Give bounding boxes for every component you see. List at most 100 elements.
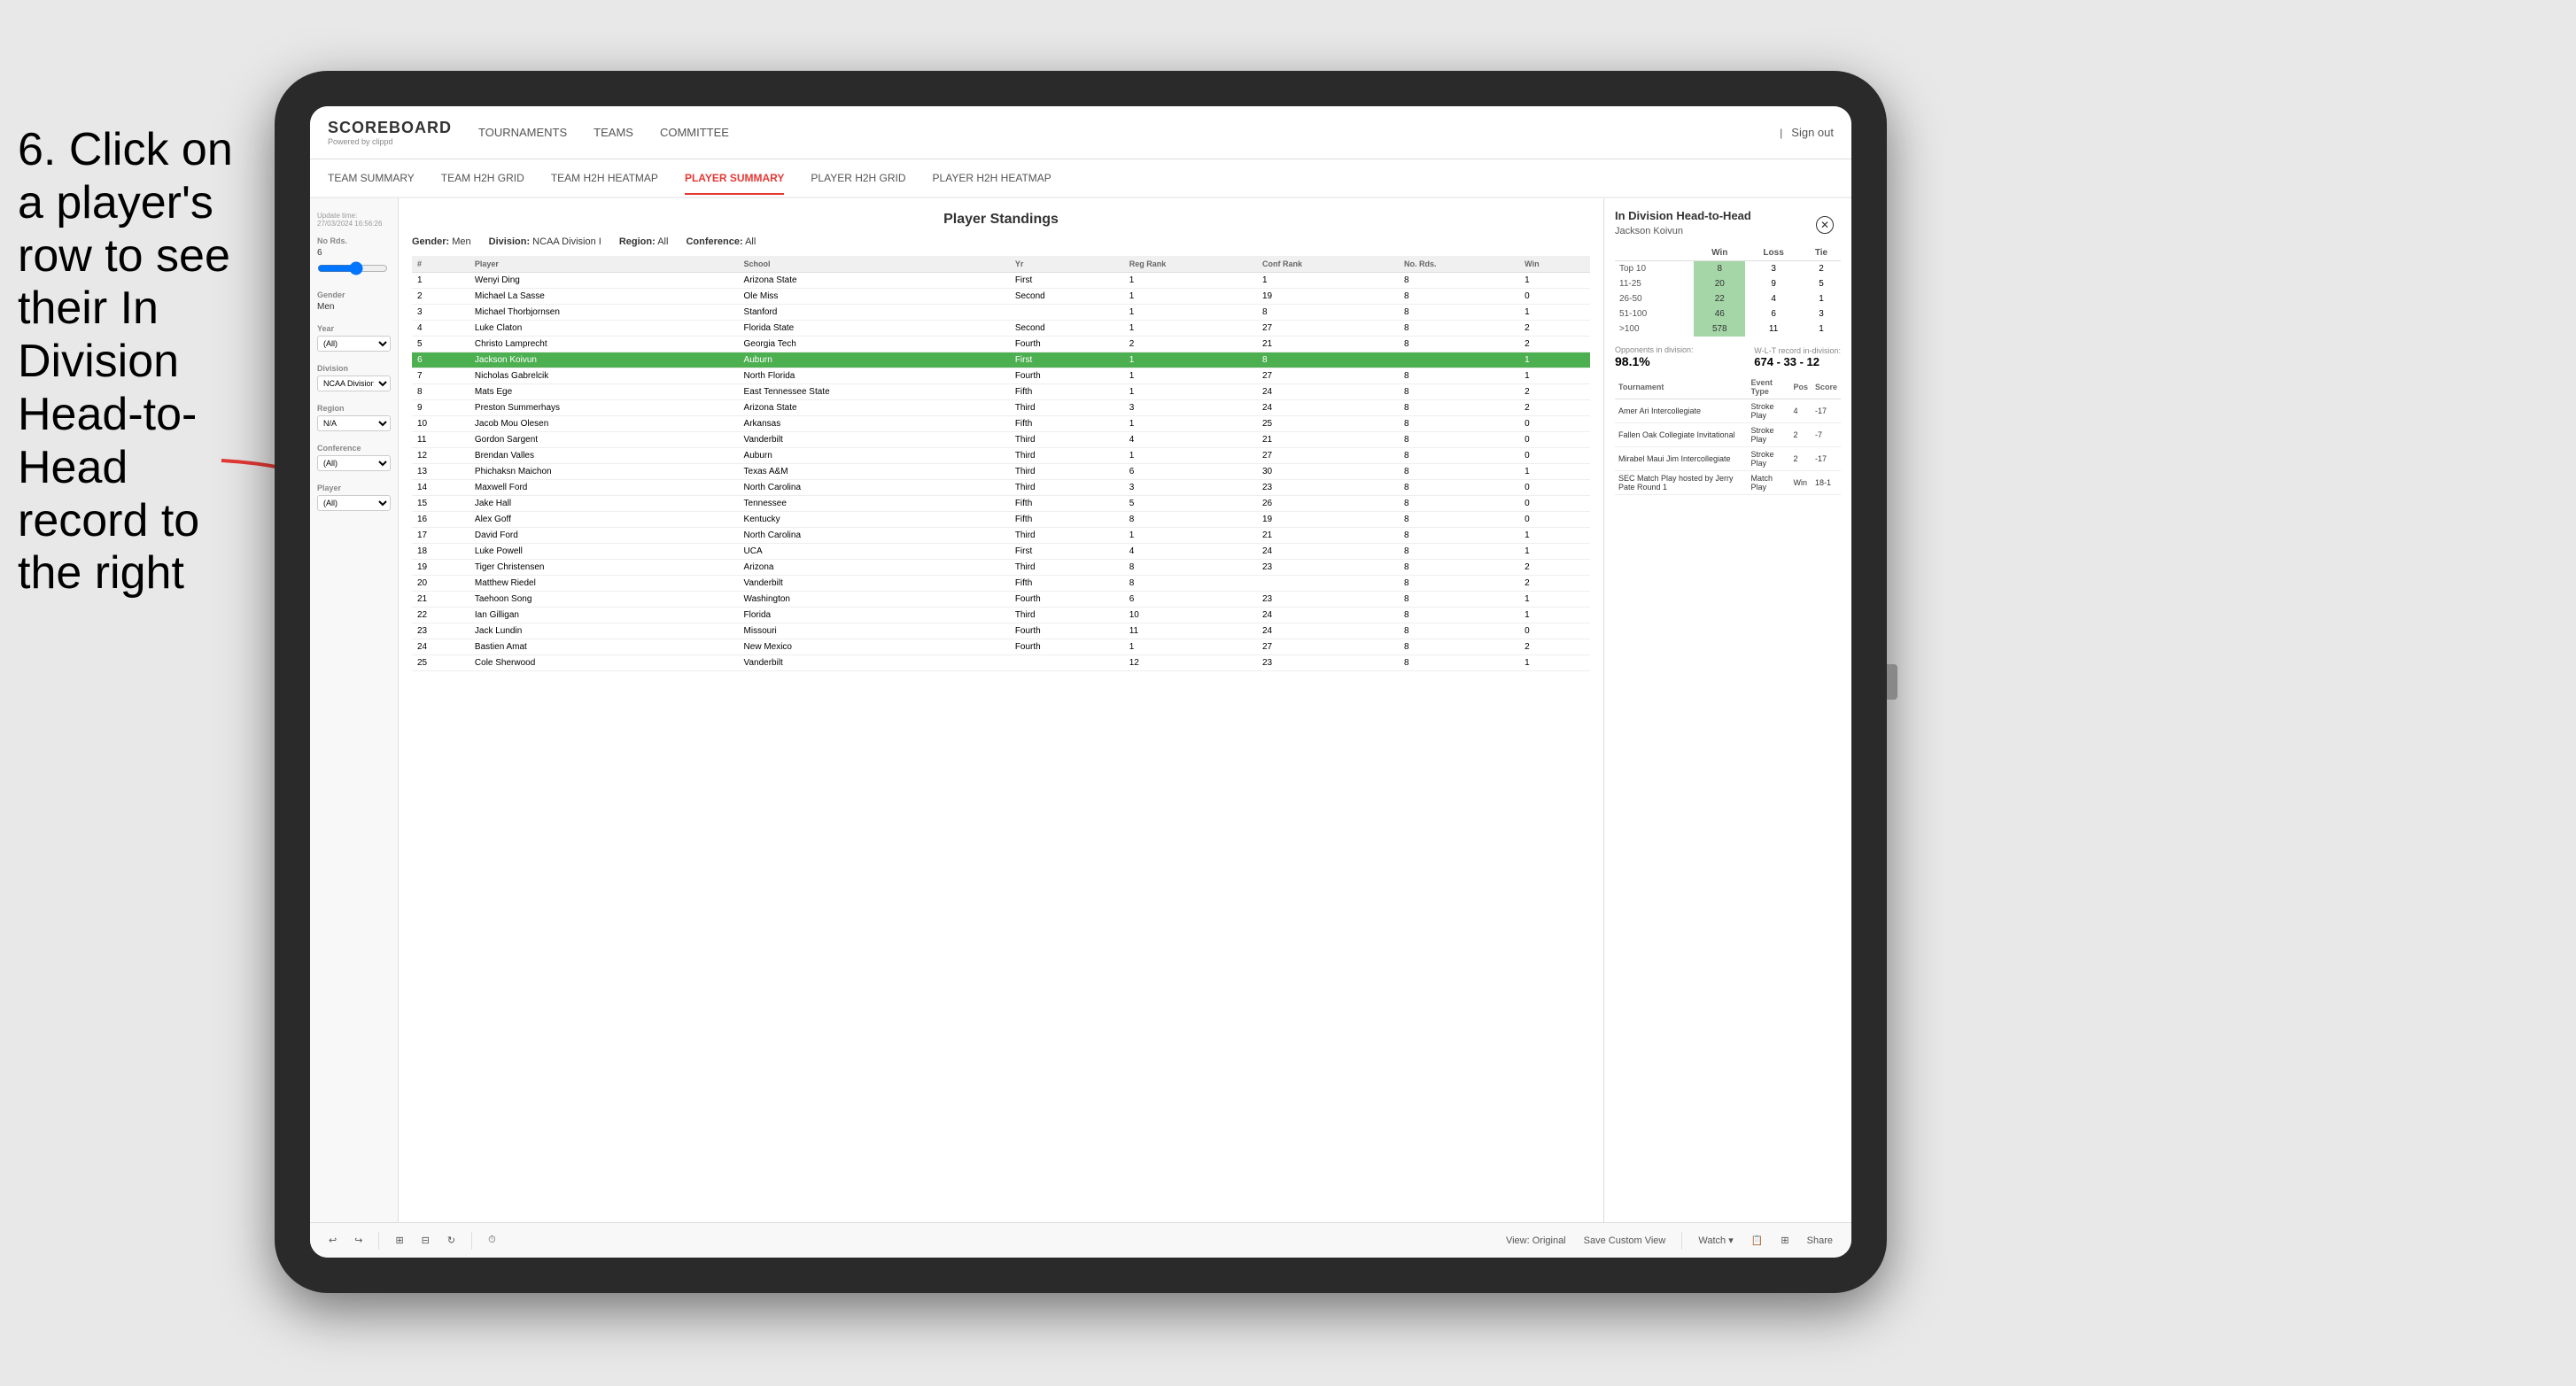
toolbar-paste[interactable]: ⊟ [416, 1232, 435, 1249]
tab-player-summary[interactable]: PLAYER SUMMARY [685, 163, 784, 195]
table-row[interactable]: 5 Christo Lamprecht Georgia Tech Fourth … [412, 337, 1590, 352]
region-select[interactable]: N/A [317, 415, 391, 431]
nav-teams[interactable]: TEAMS [594, 121, 633, 143]
table-row[interactable]: 14 Maxwell Ford North Carolina Third 3 2… [412, 480, 1590, 496]
table-row[interactable]: 25 Cole Sherwood Vanderbilt 12 23 8 1 [412, 655, 1590, 671]
tab-team-h2h-heatmap[interactable]: TEAM H2H HEATMAP [551, 163, 658, 195]
cell-conf: 8 [1257, 352, 1399, 368]
h2h-close-button[interactable]: ✕ [1816, 216, 1834, 234]
tablet-frame: SCOREBOARD Powered by clippd TOURNAMENTS… [275, 71, 1887, 1293]
table-row[interactable]: 18 Luke Powell UCA First 4 24 8 1 [412, 544, 1590, 560]
table-row[interactable]: 19 Tiger Christensen Arizona Third 8 23 … [412, 560, 1590, 576]
table-row[interactable]: 22 Ian Gilligan Florida Third 10 24 8 1 [412, 608, 1590, 623]
cell-rds: 8 [1399, 384, 1519, 400]
cell-rds: 8 [1399, 289, 1519, 305]
tab-team-h2h-grid[interactable]: TEAM H2H GRID [441, 163, 524, 195]
tab-team-summary[interactable]: TEAM SUMMARY [328, 163, 415, 195]
table-row[interactable]: 21 Taehoon Song Washington Fourth 6 23 8… [412, 592, 1590, 608]
table-row[interactable]: 20 Matthew Riedel Vanderbilt Fifth 8 8 2 [412, 576, 1590, 592]
table-row[interactable]: 12 Brendan Valles Auburn Third 1 27 8 0 [412, 448, 1590, 464]
cell-rds: 8 [1399, 608, 1519, 623]
cell-yr: Third [1010, 464, 1124, 480]
cell-yr: First [1010, 544, 1124, 560]
toolbar-clock[interactable]: ⏱ [483, 1232, 501, 1249]
filter-conference: Conference: All [686, 236, 756, 247]
h2h-tie-cell: 2 [1802, 261, 1841, 277]
cell-win: 1 [1519, 592, 1590, 608]
h2h-tie-cell: 1 [1802, 291, 1841, 306]
cell-school: Kentucky [739, 512, 1010, 528]
view-original-button[interactable]: View: Original [1501, 1232, 1571, 1250]
cell-school: Florida State [739, 321, 1010, 337]
table-row[interactable]: 24 Bastien Amat New Mexico Fourth 1 27 8… [412, 639, 1590, 655]
cell-num: 6 [412, 352, 469, 368]
cell-reg: 5 [1124, 496, 1257, 512]
cell-num: 3 [412, 305, 469, 321]
watch-button[interactable]: Watch ▾ [1693, 1232, 1738, 1250]
h2h-rank-label: 11-25 [1615, 276, 1694, 291]
cell-rds: 8 [1399, 560, 1519, 576]
cell-yr: Fifth [1010, 416, 1124, 432]
table-row[interactable]: 7 Nicholas Gabrelcik North Florida Fourt… [412, 368, 1590, 384]
cell-reg: 1 [1124, 289, 1257, 305]
h2h-rank-label: Top 10 [1615, 261, 1694, 277]
table-row[interactable]: 8 Mats Ege East Tennessee State Fifth 1 … [412, 384, 1590, 400]
table-row[interactable]: 9 Preston Summerhays Arizona State Third… [412, 400, 1590, 416]
cell-num: 15 [412, 496, 469, 512]
table-row[interactable]: 11 Gordon Sargent Vanderbilt Third 4 21 … [412, 432, 1590, 448]
table-row[interactable]: 10 Jacob Mou Olesen Arkansas Fifth 1 25 … [412, 416, 1590, 432]
table-row[interactable]: 3 Michael Thorbjornsen Stanford 1 8 8 1 [412, 305, 1590, 321]
division-select[interactable]: NCAA Division I [317, 376, 391, 391]
toolbar-icon-2[interactable]: ⊞ [1775, 1232, 1794, 1250]
table-row[interactable]: 16 Alex Goff Kentucky Fifth 8 19 8 0 [412, 512, 1590, 528]
table-row[interactable]: 1 Wenyi Ding Arizona State First 1 1 8 1 [412, 273, 1590, 289]
cell-player: Brendan Valles [469, 448, 739, 464]
redo-button[interactable]: ↪ [349, 1232, 368, 1249]
cell-player: Phichaksn Maichon [469, 464, 739, 480]
cell-num: 8 [412, 384, 469, 400]
cell-conf: 24 [1257, 623, 1399, 639]
cell-num: 19 [412, 560, 469, 576]
year-select[interactable]: (All) [317, 336, 391, 352]
tab-player-h2h-heatmap[interactable]: PLAYER H2H HEATMAP [933, 163, 1051, 195]
sign-out-button[interactable]: Sign out [1791, 121, 1834, 143]
tourn-score: 18-1 [1812, 471, 1841, 495]
tourn-col-score: Score [1812, 376, 1841, 399]
toolbar-icon-1[interactable]: 📋 [1746, 1232, 1769, 1250]
h2h-header: In Division Head-to-Head Jackson Koivun … [1615, 209, 1841, 236]
conference-select[interactable]: (All) [317, 455, 391, 471]
cell-conf: 27 [1257, 368, 1399, 384]
toolbar-copy[interactable]: ⊞ [390, 1232, 408, 1249]
table-row[interactable]: 6 Jackson Koivun Auburn First 1 8 1 [412, 352, 1590, 368]
table-row[interactable]: 15 Jake Hall Tennessee Fifth 5 26 8 0 [412, 496, 1590, 512]
cell-conf: 21 [1257, 528, 1399, 544]
standings-title: Player Standings [412, 212, 1590, 228]
cell-conf: 21 [1257, 432, 1399, 448]
table-row[interactable]: 13 Phichaksn Maichon Texas A&M Third 6 3… [412, 464, 1590, 480]
undo-button[interactable]: ↩ [323, 1232, 342, 1249]
tablet-side-button[interactable] [1887, 664, 1897, 700]
cell-num: 22 [412, 608, 469, 623]
cell-win: 1 [1519, 464, 1590, 480]
cell-reg: 1 [1124, 448, 1257, 464]
share-button[interactable]: Share [1802, 1232, 1838, 1250]
table-row[interactable]: 4 Luke Claton Florida State Second 1 27 … [412, 321, 1590, 337]
cell-school: Auburn [739, 448, 1010, 464]
no-rds-slider[interactable] [317, 261, 388, 275]
cell-num: 14 [412, 480, 469, 496]
cell-num: 23 [412, 623, 469, 639]
save-custom-button[interactable]: Save Custom View [1579, 1232, 1672, 1250]
h2h-pct: 98.1% [1615, 354, 1694, 368]
tab-player-h2h-grid[interactable]: PLAYER H2H GRID [811, 163, 905, 195]
table-row[interactable]: 17 David Ford North Carolina Third 1 21 … [412, 528, 1590, 544]
table-row[interactable]: 2 Michael La Sasse Ole Miss Second 1 19 … [412, 289, 1590, 305]
cell-player: Taehoon Song [469, 592, 739, 608]
toolbar-refresh[interactable]: ↻ [442, 1232, 461, 1249]
table-row[interactable]: 23 Jack Lundin Missouri Fourth 11 24 8 0 [412, 623, 1590, 639]
player-select[interactable]: (All) [317, 495, 391, 511]
cell-win: 2 [1519, 560, 1590, 576]
cell-win: 2 [1519, 400, 1590, 416]
cell-rds [1399, 352, 1519, 368]
nav-tournaments[interactable]: TOURNAMENTS [478, 121, 567, 143]
nav-committee[interactable]: COMMITTEE [660, 121, 729, 143]
